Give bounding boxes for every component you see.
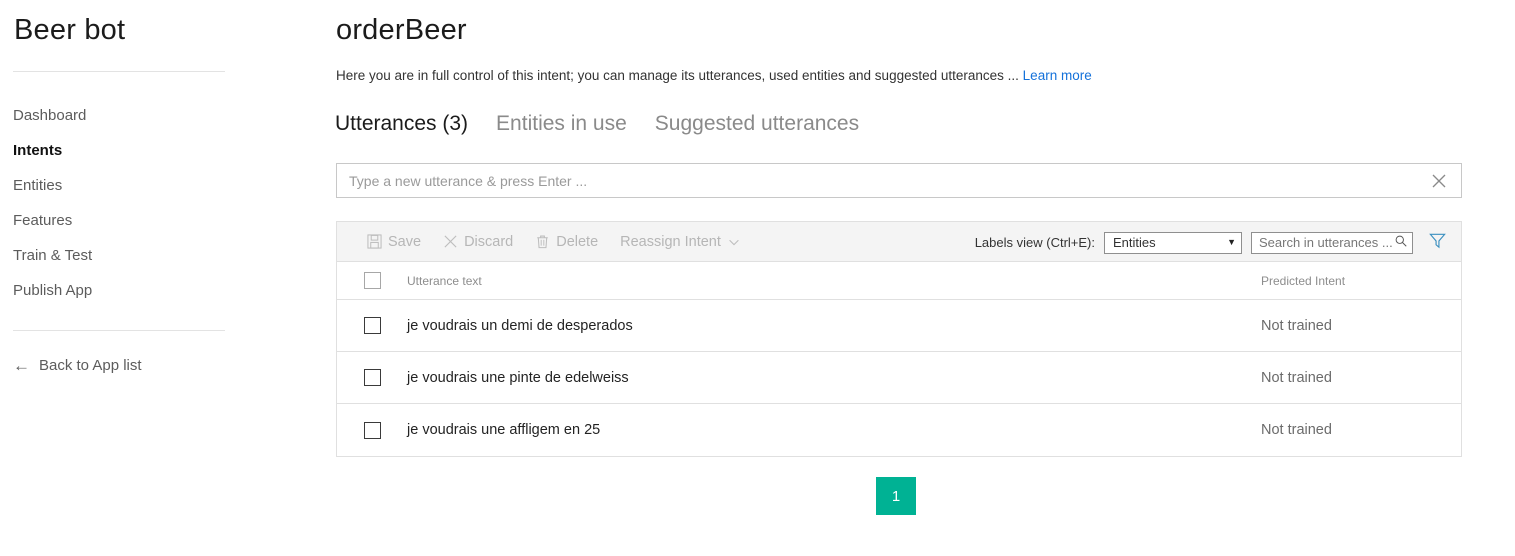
tab-bar: Utterances (3) Entities in use Suggested… <box>335 112 859 136</box>
tab-suggested-utterances[interactable]: Suggested utterances <box>655 112 859 136</box>
reassign-intent-label: Reassign Intent <box>620 233 721 250</box>
search-utterances-placeholder: Search in utterances ... <box>1259 235 1393 250</box>
discard-label: Discard <box>464 233 514 250</box>
pagination-page-1[interactable]: 1 <box>876 477 916 515</box>
row-checkbox[interactable] <box>363 421 381 439</box>
discard-button[interactable]: Discard <box>443 234 513 250</box>
app-title: Beer bot <box>14 14 126 46</box>
save-button[interactable]: Save <box>367 234 421 250</box>
intent-description: Here you are in full control of this int… <box>336 68 1092 83</box>
sidebar-item-publish-app[interactable]: Publish App <box>13 273 263 308</box>
labels-view-label: Labels view (Ctrl+E): <box>974 235 1095 250</box>
sidebar-nav: Dashboard Intents Entities Features Trai… <box>13 98 263 308</box>
sidebar-divider-top <box>13 71 225 72</box>
sidebar-item-train-test[interactable]: Train & Test <box>13 238 263 273</box>
predicted-intent: Not trained <box>1261 317 1332 334</box>
predicted-intent: Not trained <box>1261 422 1332 438</box>
new-utterance-field <box>336 163 1462 198</box>
grid-toolbar-actions: Save Discard Delete Reassign Intent <box>337 234 741 250</box>
utterance-text: je voudrais une pinte de edelweiss <box>407 369 629 386</box>
clear-icon[interactable] <box>1417 164 1461 197</box>
search-icon <box>1394 234 1408 251</box>
table-row[interactable]: je voudrais un demi de desperados Not tr… <box>337 300 1461 352</box>
grid-header-row: Utterance text Predicted Intent <box>337 262 1461 300</box>
column-header-utterance-text: Utterance text <box>407 273 482 288</box>
filter-icon <box>1428 231 1447 255</box>
utterance-text: je voudrais une affligem en 25 <box>407 422 601 438</box>
sidebar-divider-bottom <box>13 330 225 331</box>
grid-toolbar: Save Discard Delete Reassign Intent Labe… <box>337 221 1461 262</box>
reassign-intent-button[interactable]: Reassign Intent <box>620 234 741 250</box>
tab-utterances[interactable]: Utterances (3) <box>335 112 468 136</box>
delete-label: Delete <box>556 233 599 250</box>
new-utterance-input[interactable] <box>337 164 1417 197</box>
row-select-cell <box>337 421 407 439</box>
sidebar-item-intents[interactable]: Intents <box>13 133 263 168</box>
labels-view-select[interactable]: Entities ▼ <box>1104 231 1242 254</box>
utterances-grid: Save Discard Delete Reassign Intent Labe… <box>336 221 1462 457</box>
main-content: orderBeer Here you are in full control o… <box>335 0 1515 556</box>
chevron-down-icon: ▼ <box>1227 237 1236 247</box>
grid-toolbar-filters: Labels view (Ctrl+E): Entities ▼ Search … <box>975 222 1452 263</box>
filter-button[interactable] <box>1422 231 1452 255</box>
arrow-left-icon: ← <box>13 356 30 375</box>
labels-view-value: Entities <box>1113 235 1156 250</box>
close-icon <box>443 234 458 249</box>
row-checkbox[interactable] <box>363 369 381 386</box>
chevron-down-icon <box>727 235 741 249</box>
back-to-app-list-label: Back to App list <box>39 357 142 374</box>
sidebar: Beer bot Dashboard Intents Entities Feat… <box>0 0 335 556</box>
predicted-intent: Not trained <box>1261 369 1332 386</box>
utterance-text: je voudrais un demi de desperados <box>407 317 633 334</box>
sidebar-item-entities[interactable]: Entities <box>13 168 263 203</box>
row-checkbox[interactable] <box>363 317 381 334</box>
row-select-cell <box>337 369 407 386</box>
delete-button[interactable]: Delete <box>535 234 598 250</box>
row-select-cell <box>337 317 407 334</box>
column-header-predicted-intent: Predicted Intent <box>1261 273 1346 288</box>
table-row[interactable]: je voudrais une affligem en 25 Not train… <box>337 404 1461 456</box>
luis-intent-page: Beer bot Dashboard Intents Entities Feat… <box>0 0 1515 556</box>
trash-icon <box>535 234 550 249</box>
save-icon <box>367 234 382 249</box>
save-label: Save <box>388 233 422 250</box>
select-all-cell <box>337 272 407 289</box>
intent-description-text: Here you are in full control of this int… <box>336 68 1019 83</box>
sidebar-item-features[interactable]: Features <box>13 203 263 238</box>
sidebar-item-dashboard[interactable]: Dashboard <box>13 98 263 133</box>
tab-entities-in-use[interactable]: Entities in use <box>496 112 627 136</box>
page-title: orderBeer <box>336 14 467 46</box>
learn-more-link[interactable]: Learn more <box>1023 68 1092 83</box>
select-all-checkbox[interactable] <box>363 272 381 289</box>
table-row[interactable]: je voudrais une pinte de edelweiss Not t… <box>337 352 1461 404</box>
search-utterances-input[interactable]: Search in utterances ... <box>1251 231 1413 254</box>
back-to-app-list-link[interactable]: ← Back to App list <box>13 357 142 374</box>
